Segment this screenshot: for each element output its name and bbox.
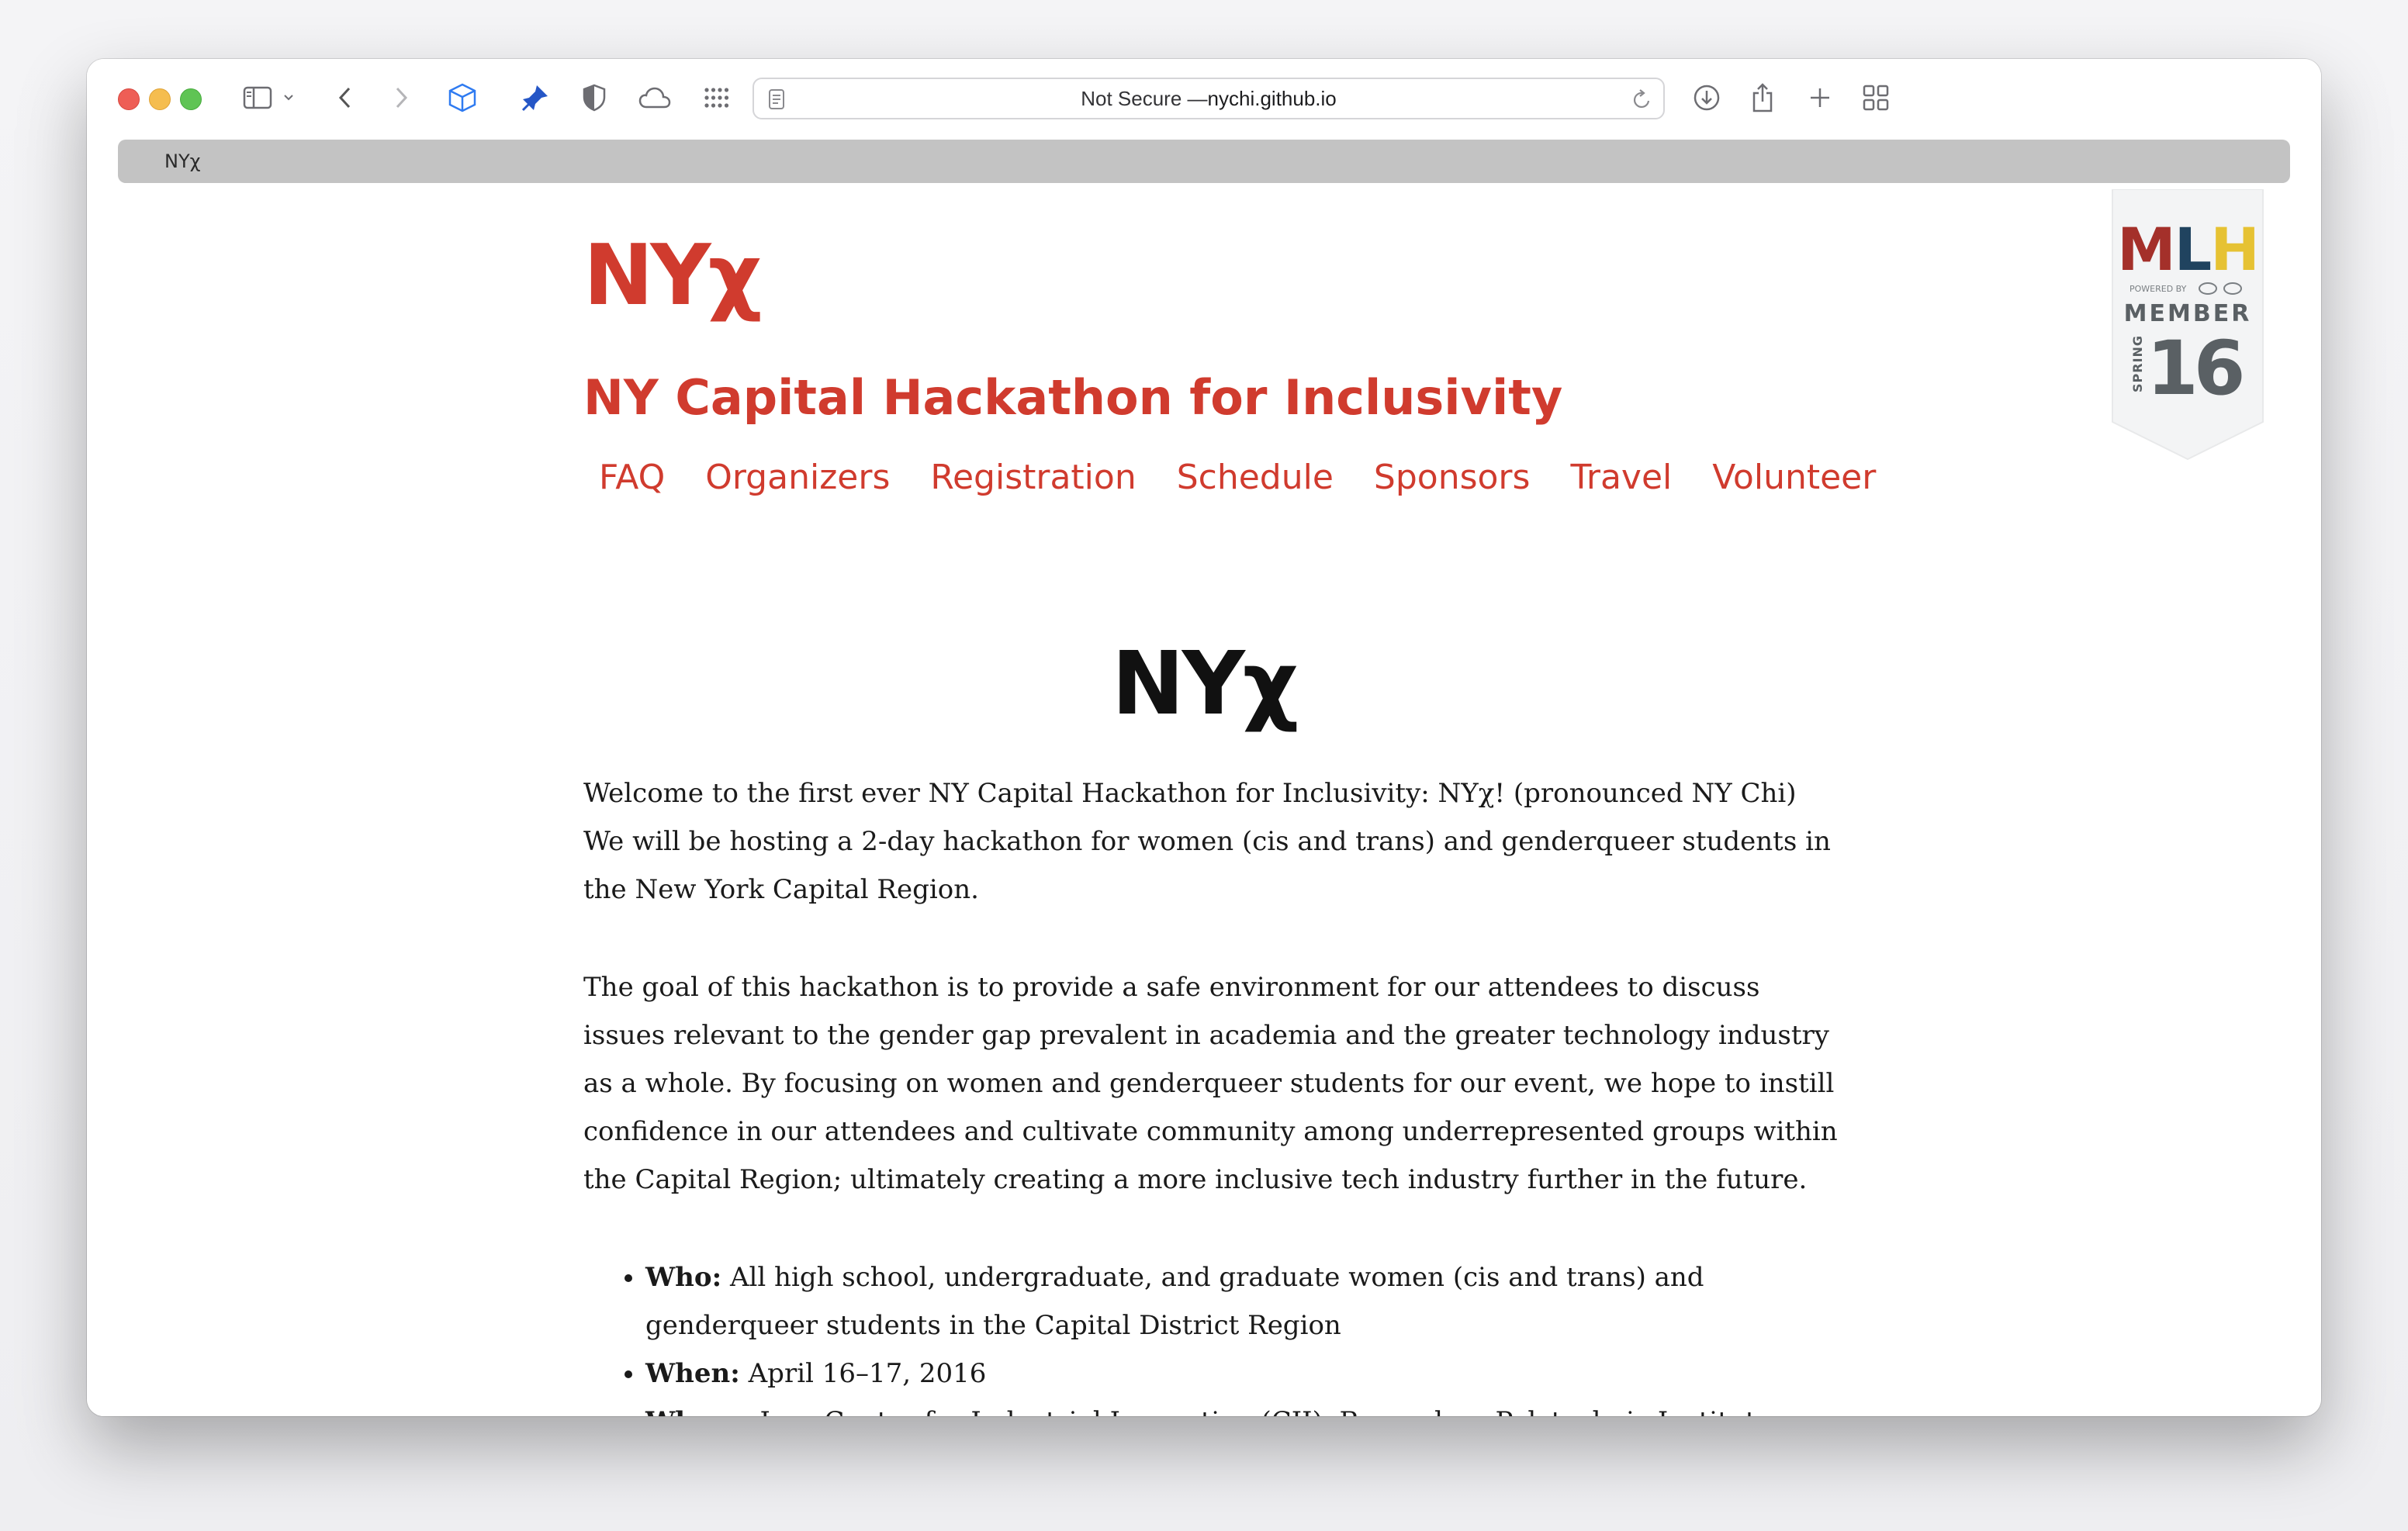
downloads-icon[interactable] — [1691, 82, 1722, 113]
intro-article: Welcome to the first ever NY Capital Hac… — [583, 769, 1840, 1416]
site-logo[interactable]: NYχ — [583, 234, 762, 318]
tab-bar: NYχ — [118, 140, 2290, 183]
fact-label: Who: — [645, 1262, 722, 1293]
share-icon[interactable] — [1747, 82, 1778, 113]
intro-paragraph: Welcome to the first ever NY Capital Hac… — [583, 778, 1831, 905]
mlh-year-label: 16 — [2147, 325, 2242, 412]
fact-label: When: — [645, 1358, 740, 1389]
nav-link-sponsors[interactable]: Sponsors — [1374, 461, 1531, 495]
back-icon[interactable] — [334, 82, 357, 113]
nav-link-organizers[interactable]: Organizers — [705, 461, 890, 495]
nav-link-travel[interactable]: Travel — [1570, 461, 1672, 495]
chevron-down-icon[interactable] — [281, 82, 296, 113]
zoom-window-button[interactable] — [180, 88, 202, 110]
list-item: When: April 16–17, 2016 — [645, 1350, 1840, 1398]
sidebar-toggle-icon[interactable] — [239, 82, 276, 113]
mlh-season-label: SPRING — [2130, 335, 2145, 392]
browser-toolbar: Not Secure — nychi.github.io — [87, 59, 2321, 137]
minimize-window-button[interactable] — [149, 88, 171, 110]
extension-cube-icon[interactable] — [445, 82, 479, 113]
fact-text: All high school, undergraduate, and grad… — [645, 1262, 1704, 1341]
tab-title[interactable]: NYχ — [164, 140, 200, 183]
nav-link-registration[interactable]: Registration — [930, 461, 1136, 495]
fact-text: Low Center for Industrial Innovation (CI… — [645, 1406, 1780, 1416]
apps-grid-icon[interactable] — [700, 82, 734, 113]
address-host: nychi.github.io — [1207, 86, 1337, 110]
address-text[interactable]: Not Secure — nychi.github.io — [754, 79, 1663, 118]
privacy-shield-icon[interactable] — [579, 82, 610, 113]
reload-icon[interactable] — [1631, 84, 1654, 115]
web-page: NYχ NY Capital Hackathon for Inclusivity… — [87, 183, 2321, 1416]
browser-window: Not Secure — nychi.github.io NYχ NYχ NY … — [87, 59, 2321, 1416]
fact-text: April 16–17, 2016 — [739, 1358, 987, 1389]
mlh-member-badge[interactable]: MLH POWERED BY MEMBER SPRING 16 — [2108, 189, 2268, 461]
nav-link-volunteer[interactable]: Volunteer — [1712, 461, 1876, 495]
tab-overview-icon[interactable] — [1859, 82, 1893, 113]
goal-paragraph: The goal of this hackathon is to provide… — [583, 972, 1838, 1195]
nav-link-faq[interactable]: FAQ — [599, 461, 665, 495]
list-item: Where: Low Center for Industrial Innovat… — [645, 1398, 1840, 1416]
close-window-button[interactable] — [118, 88, 140, 110]
nav-link-schedule[interactable]: Schedule — [1177, 461, 1334, 495]
fact-label: Where: — [645, 1406, 752, 1416]
list-item: Who: All high school, undergraduate, and… — [645, 1253, 1840, 1350]
extension-pin-icon[interactable] — [518, 82, 552, 113]
new-tab-icon[interactable] — [1804, 82, 1835, 113]
event-facts-list: Who: All high school, undergraduate, and… — [583, 1253, 1840, 1416]
site-tagline: NY Capital Hackathon for Inclusivity — [583, 369, 1563, 426]
icloud-icon[interactable] — [636, 82, 673, 113]
mlh-powered-by: POWERED BY — [2129, 284, 2187, 294]
mlh-member-label: MEMBER — [2124, 300, 2252, 327]
address-security-prefix: Not Secure — — [1081, 86, 1208, 110]
site-nav: FAQ Organizers Registration Schedule Spo… — [599, 461, 1916, 495]
page-title: NYχ — [1111, 634, 1299, 734]
forward-icon[interactable] — [389, 82, 413, 113]
address-bar[interactable]: Not Secure — nychi.github.io — [752, 78, 1665, 119]
mlh-logo-text: MLH — [2117, 215, 2258, 284]
